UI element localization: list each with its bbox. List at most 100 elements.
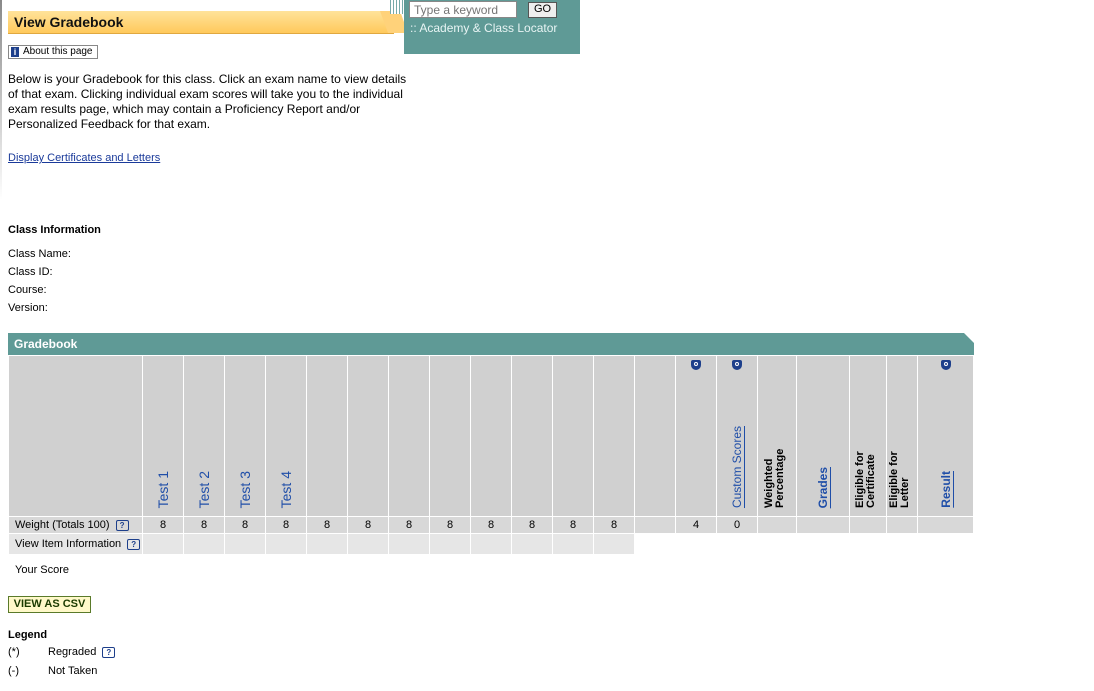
- score-cell[interactable]: [224, 554, 266, 585]
- legend-symbol-regraded: (*): [8, 646, 20, 658]
- score-cell[interactable]: [347, 554, 389, 585]
- column-header-cell: [511, 355, 553, 517]
- info-icon: i: [11, 47, 19, 57]
- help-icon[interactable]: ?: [127, 538, 141, 550]
- column-header: [594, 356, 634, 516]
- weight-cell: 8: [388, 516, 430, 534]
- score-cell[interactable]: [757, 554, 797, 585]
- left-edge-decoration: [0, 0, 2, 200]
- column-header: [553, 356, 593, 516]
- column-header: Test 3: [225, 356, 265, 516]
- score-cell[interactable]: [306, 554, 348, 585]
- column-header: Eligible for Certificate: [850, 356, 886, 516]
- score-cell[interactable]: [429, 554, 471, 585]
- column-header-cell: [593, 355, 635, 517]
- score-cell[interactable]: [917, 554, 974, 585]
- score-cell[interactable]: [886, 554, 918, 585]
- item-information-cell: [306, 533, 348, 555]
- column-header-label[interactable]: Test 3: [237, 471, 253, 508]
- course-label: Course:: [8, 284, 47, 296]
- page-title: View Gradebook: [14, 14, 124, 30]
- score-cell[interactable]: [388, 554, 430, 585]
- item-information-cell: [224, 533, 266, 555]
- column-header-label[interactable]: Test 1: [155, 471, 171, 508]
- view-item-information-label: View Item Information: [15, 538, 122, 550]
- weight-cell: 8: [183, 516, 225, 534]
- column-header-cell[interactable]: Test 4: [265, 355, 307, 517]
- column-header: Custom Scores: [717, 356, 757, 516]
- column-header: Test 4: [266, 356, 306, 516]
- gradebook-header-row: Test 1 Test 2 Test 3 Test 4 Custom Scores Wei…: [8, 355, 974, 517]
- display-certificates-link[interactable]: Display Certificates and Letters: [8, 152, 160, 164]
- help-icon[interactable]: ?: [102, 646, 116, 658]
- column-header-cell[interactable]: Test 2: [183, 355, 225, 517]
- go-button[interactable]: GO: [528, 2, 557, 18]
- gradebook-title: Gradebook: [14, 337, 78, 351]
- column-header-cell[interactable]: Test 1: [142, 355, 184, 517]
- shield-icon[interactable]: [940, 360, 951, 370]
- weight-cell: 8: [224, 516, 266, 534]
- column-header-cell: Eligible for Letter: [886, 355, 918, 517]
- column-header-label[interactable]: Test 2: [196, 471, 212, 508]
- column-header: [430, 356, 470, 516]
- item-information-cell: [849, 533, 887, 555]
- score-cell[interactable]: [511, 554, 553, 585]
- score-cell[interactable]: [142, 554, 184, 585]
- help-icon[interactable]: ?: [115, 519, 129, 531]
- your-score-row: Your Score: [8, 554, 974, 585]
- gradebook-bar-notch: [964, 333, 974, 343]
- score-cell[interactable]: [593, 554, 635, 585]
- page-title-bar: View Gradebook: [8, 11, 409, 34]
- item-information-cell: [429, 533, 471, 555]
- weight-cell: [757, 516, 797, 534]
- column-header: Eligible for Letter: [887, 356, 917, 516]
- column-header-cell[interactable]: Grades: [796, 355, 850, 517]
- shield-icon[interactable]: [732, 360, 742, 370]
- score-cell[interactable]: [265, 554, 307, 585]
- score-cell[interactable]: [634, 554, 676, 585]
- score-cell[interactable]: [849, 554, 887, 585]
- column-header-label[interactable]: Grades: [816, 467, 830, 508]
- column-header-label[interactable]: Result: [939, 471, 953, 508]
- score-cell[interactable]: [552, 554, 594, 585]
- class-id-label: Class ID:: [8, 266, 53, 278]
- academy-class-locator-link[interactable]: :: Academy & Class Locator: [410, 21, 557, 35]
- shield-icon[interactable]: [691, 360, 701, 370]
- score-cell[interactable]: [716, 554, 758, 585]
- column-header-cell[interactable]: Custom Scores: [716, 355, 758, 517]
- keyword-search-input[interactable]: [409, 1, 517, 18]
- item-information-cell: [634, 533, 676, 555]
- column-header-cell[interactable]: Test 3: [224, 355, 266, 517]
- column-header-cell: [388, 355, 430, 517]
- column-header-label[interactable]: Custom Scores: [730, 426, 744, 508]
- view-as-csv-button[interactable]: VIEW AS CSV: [8, 596, 91, 613]
- column-header: Weighted Percentage: [758, 356, 796, 516]
- column-header-label[interactable]: Test 4: [278, 471, 294, 508]
- legend-symbol-not-taken: (-): [8, 665, 19, 677]
- legend-title: Legend: [8, 629, 48, 641]
- column-header: [512, 356, 552, 516]
- score-cell[interactable]: [183, 554, 225, 585]
- column-header: Test 2: [184, 356, 224, 516]
- column-header-cell: [470, 355, 512, 517]
- about-this-page-button[interactable]: i About this page: [8, 45, 98, 59]
- item-information-cell: [675, 533, 717, 555]
- column-header-cell: [634, 355, 676, 517]
- weight-row-label: Weight (Totals 100)?: [8, 516, 143, 534]
- item-information-cell: [796, 533, 850, 555]
- column-header-cell: [552, 355, 594, 517]
- item-information-cell: [511, 533, 553, 555]
- column-header-cell[interactable]: Result: [917, 355, 974, 517]
- legend-regraded-label: Regraded: [48, 646, 97, 658]
- weight-cell: [886, 516, 918, 534]
- info-row-label: View Item Information?: [8, 533, 143, 555]
- legend-text-regraded: Regraded?: [48, 646, 116, 658]
- weight-cell: [849, 516, 887, 534]
- column-header-cell: Eligible for Certificate: [849, 355, 887, 517]
- score-cell[interactable]: [796, 554, 850, 585]
- weight-cell: [796, 516, 850, 534]
- version-label: Version:: [8, 302, 48, 314]
- column-header-cell: [675, 355, 717, 517]
- score-cell[interactable]: [470, 554, 512, 585]
- score-cell[interactable]: [675, 554, 717, 585]
